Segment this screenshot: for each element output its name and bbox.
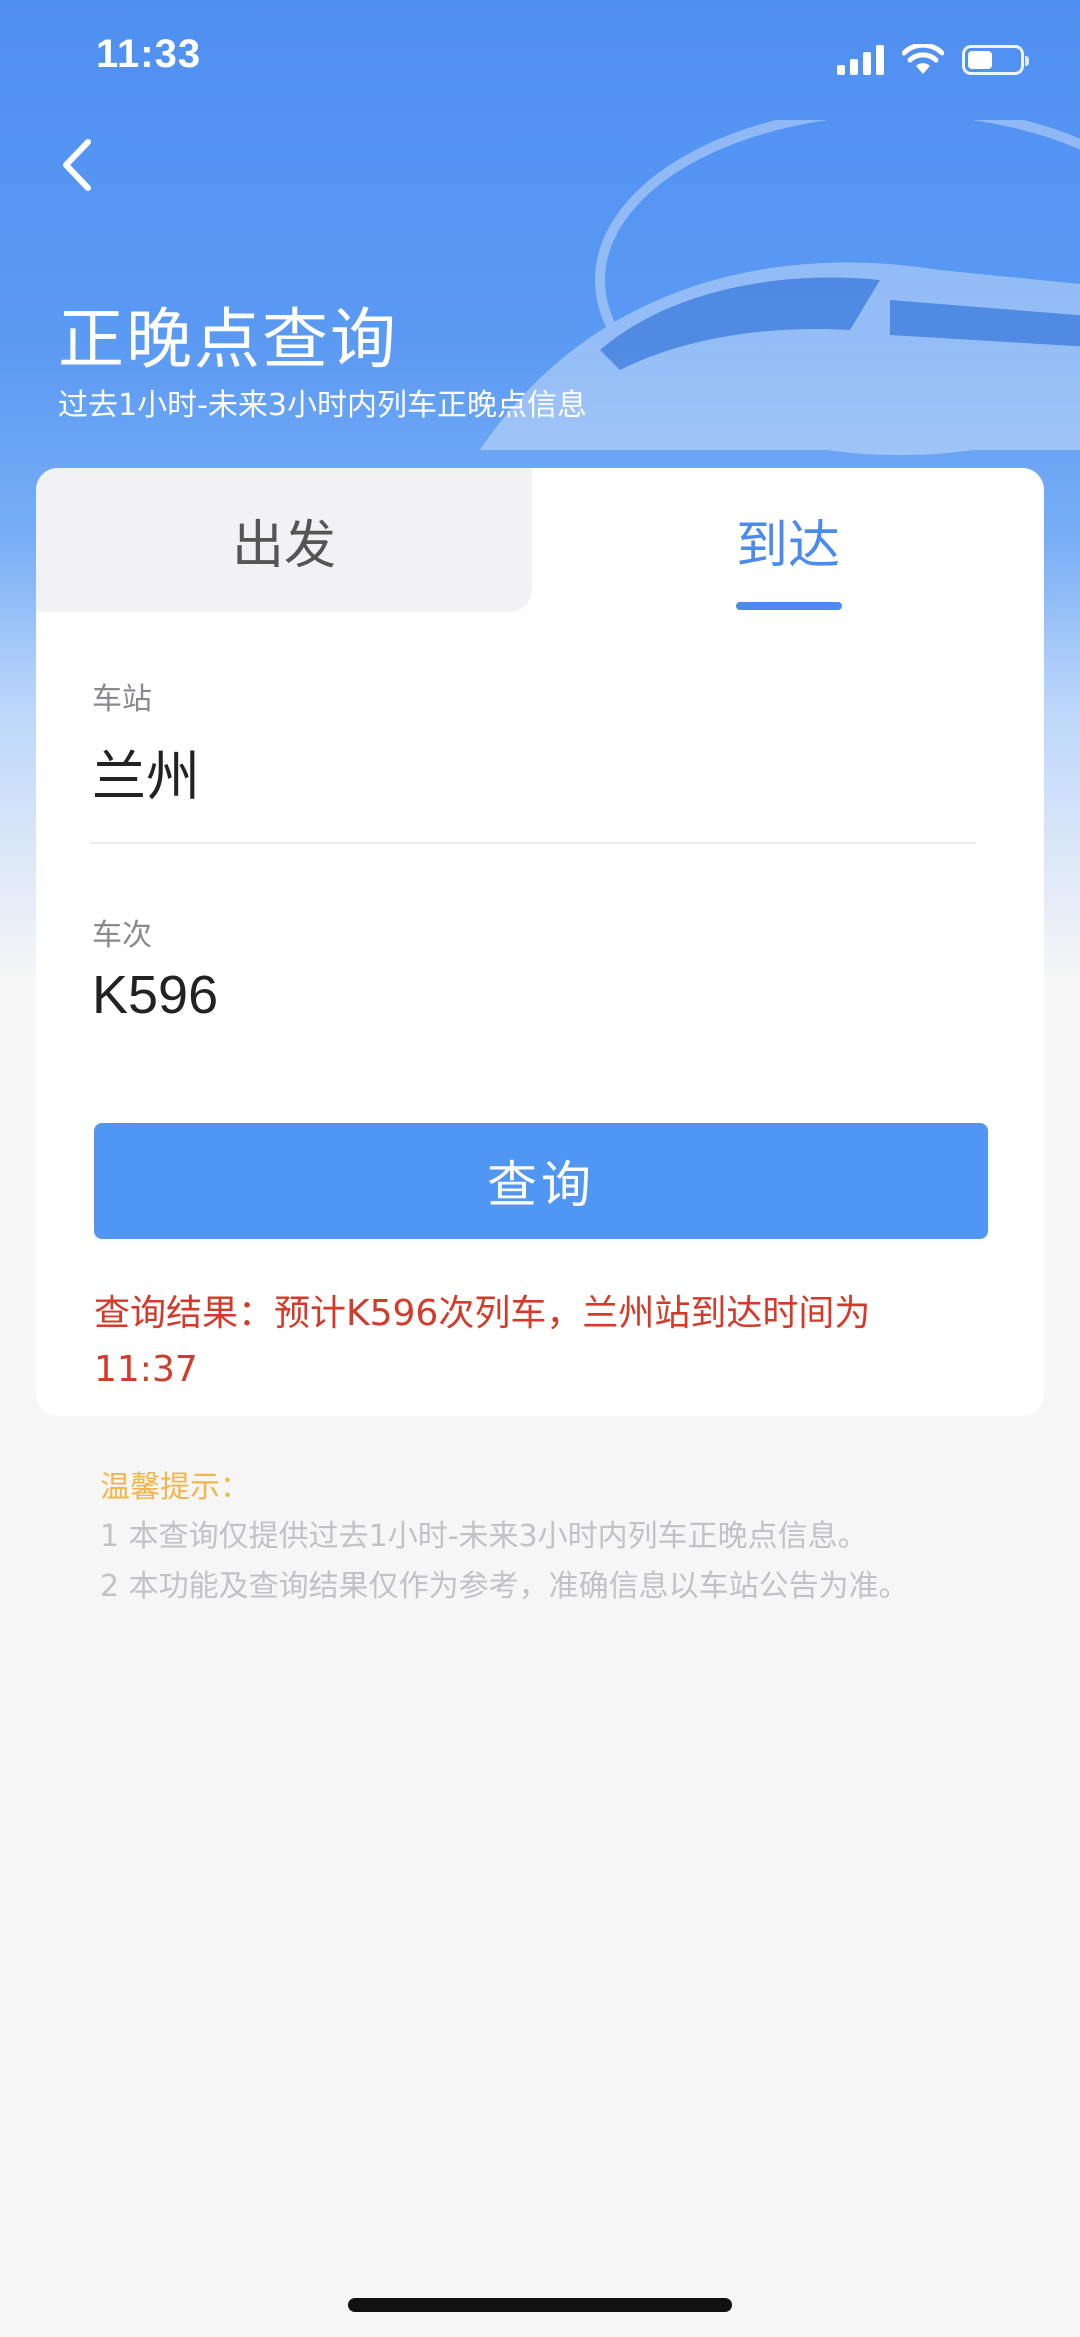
tab-arrival[interactable]: 到达 (532, 468, 1044, 612)
wifi-icon (902, 44, 944, 74)
query-button[interactable]: 查询 (94, 1123, 988, 1239)
query-card: 出发 到达 车站 兰州 车次 K596 查询 查询结果：预计K596次列车，兰州… (36, 468, 1044, 1416)
station-label: 车站 (92, 682, 152, 717)
signal-icon (837, 45, 884, 75)
station-field[interactable]: 兰州 (92, 732, 200, 811)
status-icons (837, 40, 1029, 80)
train-number-label: 车次 (92, 918, 152, 953)
page-title: 正晚点查询 (58, 301, 398, 378)
tab-active-indicator (736, 602, 842, 610)
tab-departure[interactable]: 出发 (36, 468, 532, 612)
tips-section: 温馨提示： 1 本查询仅提供过去1小时-未来3小时内列车正晚点信息。 2 本功能… (100, 1464, 1000, 1612)
page-subtitle: 过去1小时-未来3小时内列车正晚点信息 (58, 388, 587, 423)
battery-icon (962, 45, 1029, 75)
tip-item: 1 本查询仅提供过去1小时-未来3小时内列车正晚点信息。 (100, 1519, 868, 1554)
train-number-field[interactable]: K596 (92, 964, 218, 1026)
tab-bar: 出发 到达 (36, 468, 1044, 612)
status-time: 11:33 (96, 32, 202, 76)
home-indicator[interactable] (348, 2298, 732, 2312)
query-result: 查询结果：预计K596次列车，兰州站到达时间为 11:37 (94, 1286, 994, 1398)
result-line: 查询结果：预计K596次列车，兰州站到达时间为 (94, 1293, 871, 1334)
status-bar: 11:33 (0, 0, 1080, 120)
chevron-left-icon (63, 139, 91, 191)
screen: 11:33 正晚点查询 过去1小时-未来3小时内列车正晚点信息 出发 到达 车站… (0, 0, 1080, 2337)
divider (90, 842, 976, 844)
tip-item: 2 本功能及查询结果仅作为参考，准确信息以车站公告为准。 (100, 1569, 909, 1604)
back-button[interactable] (48, 130, 112, 200)
result-time: 11:37 (94, 1349, 198, 1390)
tips-title: 温馨提示： (100, 1470, 250, 1505)
